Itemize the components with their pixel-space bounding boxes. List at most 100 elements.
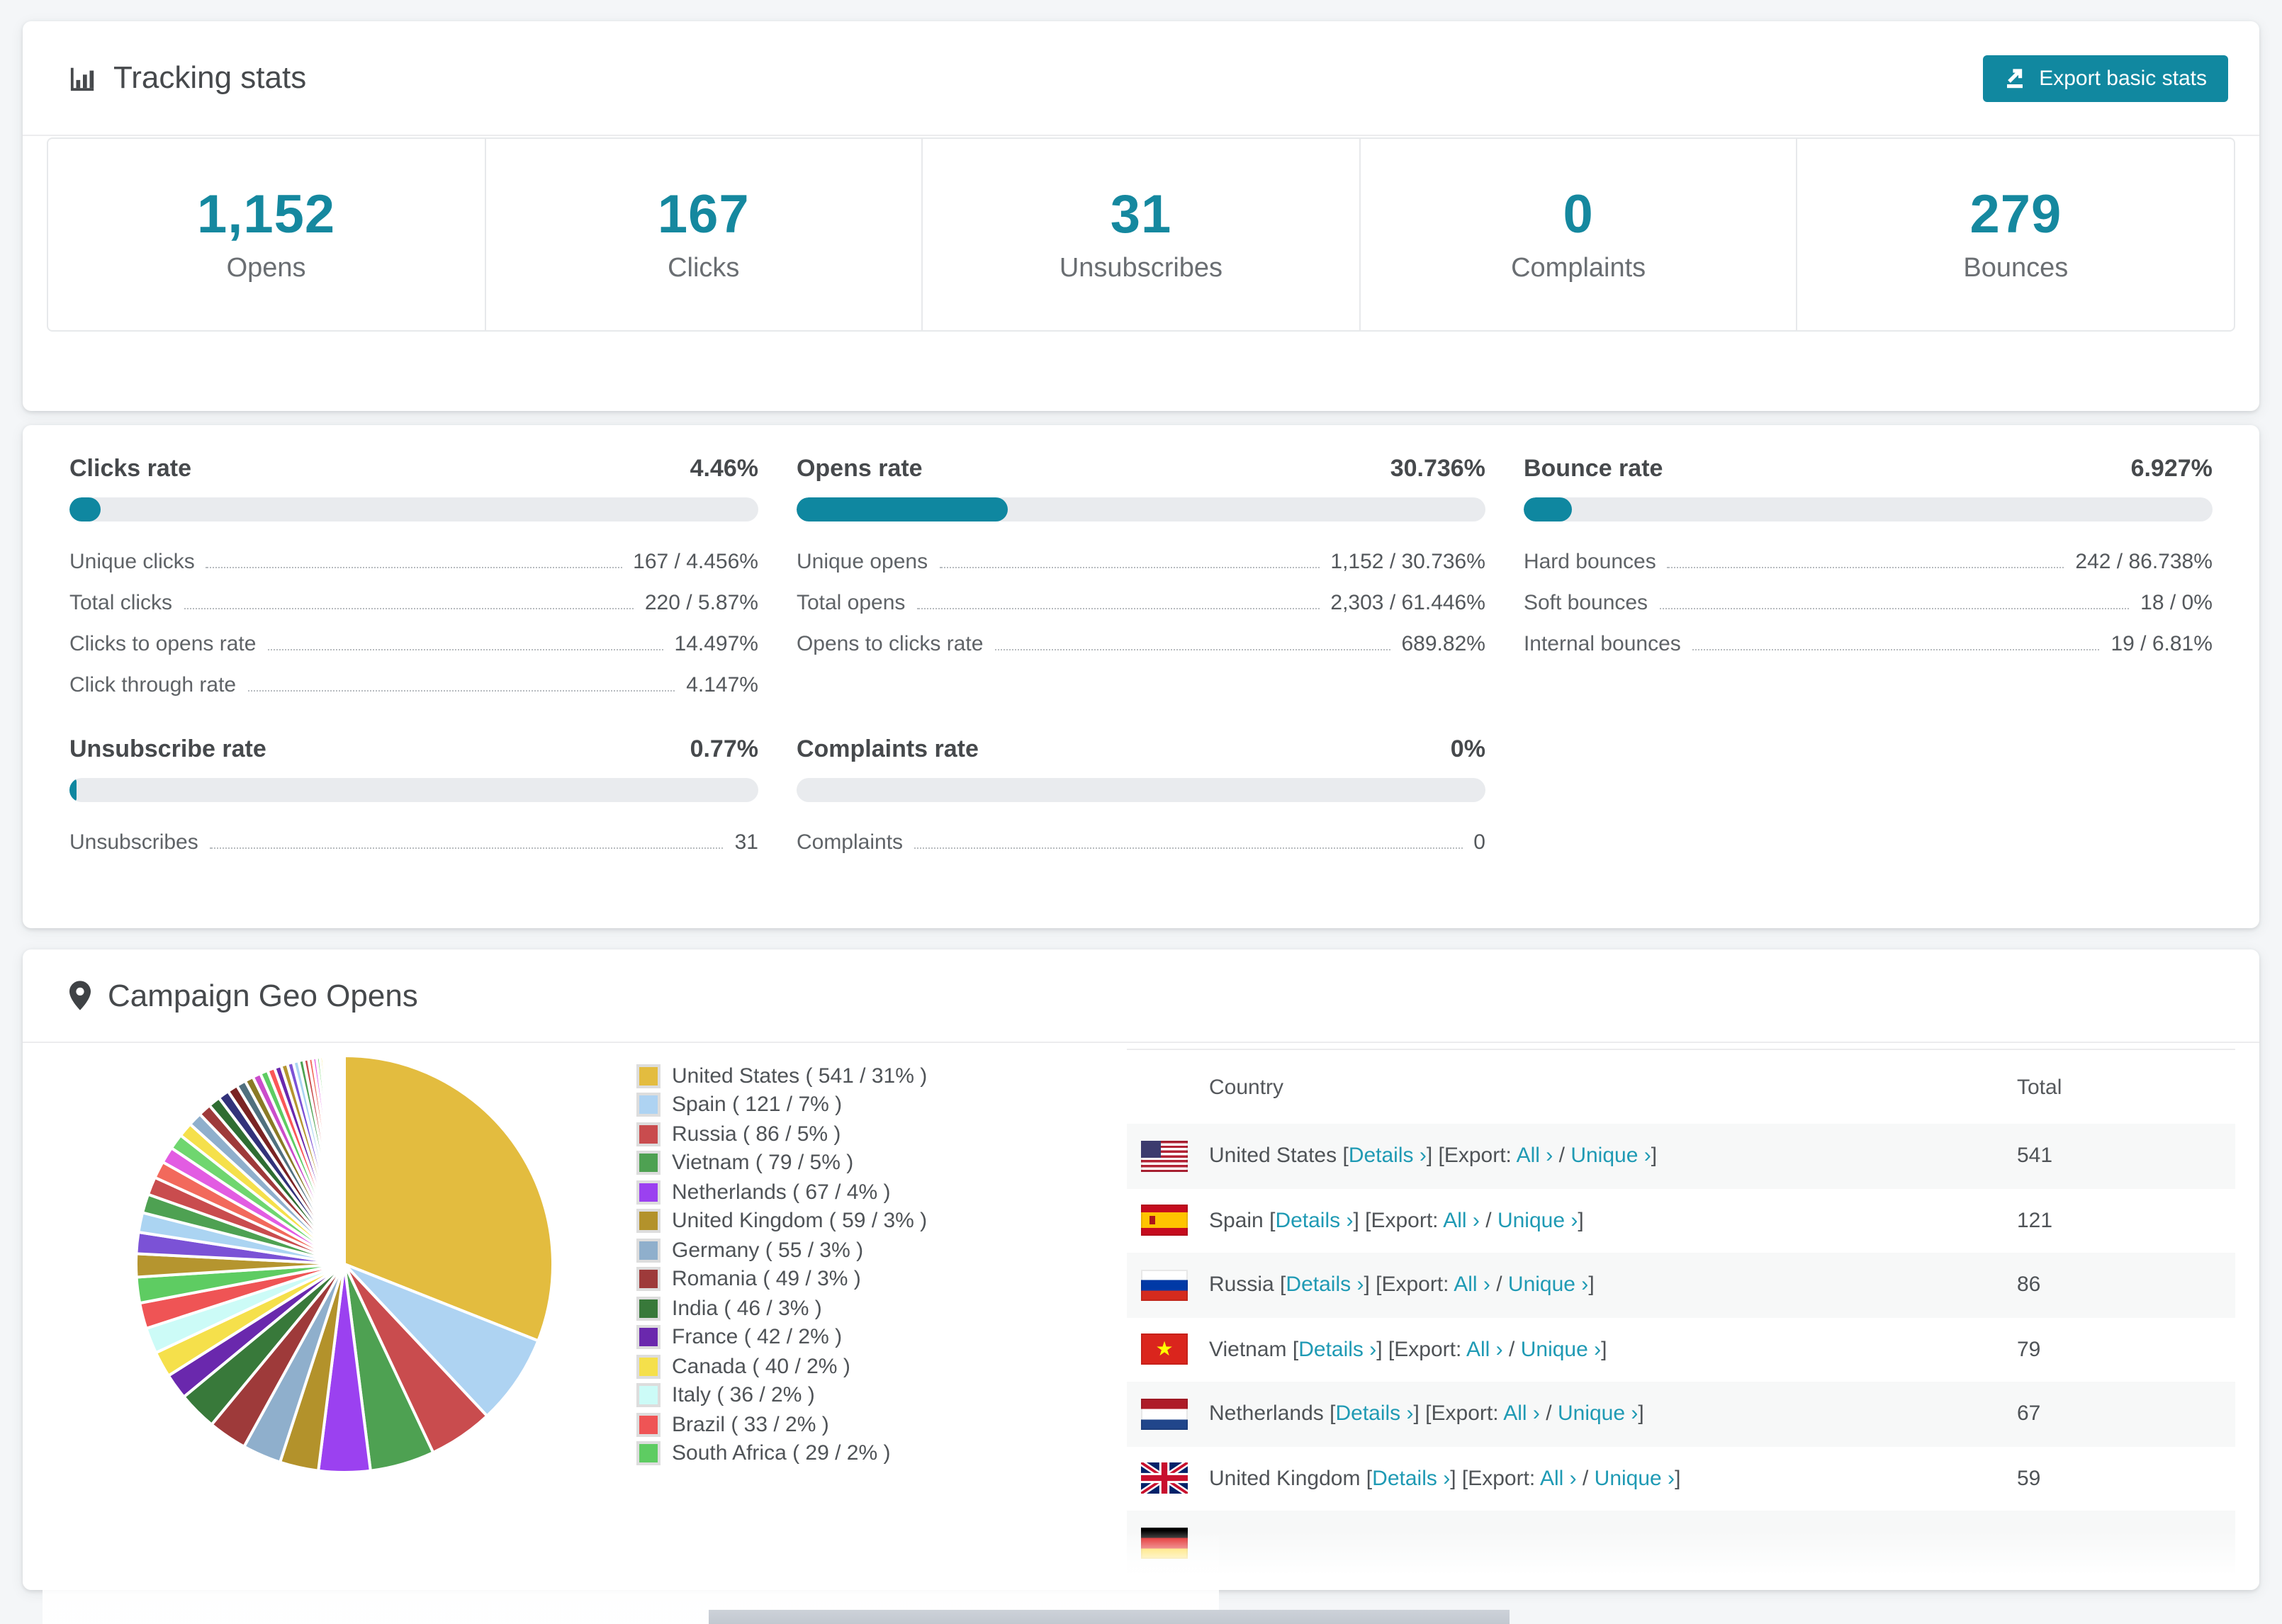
details-link[interactable]: Details › — [1372, 1467, 1450, 1491]
rate-value: 30.736% — [1390, 455, 1485, 482]
progress-bar-fill — [69, 497, 101, 521]
header-divider — [23, 135, 2259, 136]
row-links: [Details ›] [Export: All › / Unique ›] — [1274, 1273, 1595, 1297]
rate-value: 0% — [1450, 735, 1485, 762]
geo-opens-title: Campaign Geo Opens — [108, 977, 418, 1013]
rate-value: 0.77% — [690, 735, 758, 762]
legend-swatch — [636, 1296, 661, 1321]
legend-swatch — [636, 1209, 661, 1234]
legend-label: Canada ( 40 / 2% ) — [672, 1354, 850, 1379]
table-row-partial — [1127, 1511, 2235, 1575]
country-name: United Kingdom [Details ›] [Export: All … — [1209, 1466, 1681, 1491]
rate-detail-rows: Unique opens 1,152 / 30.736% Total opens 2,… — [797, 551, 1485, 655]
export-unique-link[interactable]: Unique › — [1570, 1144, 1651, 1168]
rate-title: Opens rate — [796, 455, 923, 482]
legend-swatch — [636, 1238, 661, 1263]
row-links: [Details ›] [Export: All › / Unique ›] — [1337, 1144, 1658, 1168]
export-basic-stats-button[interactable]: Export basic stats — [1982, 55, 2228, 102]
progress-bar-track — [1523, 497, 2213, 521]
export-all-link[interactable]: All › — [1503, 1402, 1540, 1426]
rate-detail-label: Total clicks — [69, 591, 173, 615]
legend-item: Netherlands ( 67 / 4% ) — [636, 1178, 927, 1207]
rate-panel-head: Bounce rate 6.927% — [1524, 456, 2213, 480]
rate-title: Bounce rate — [1523, 455, 1663, 482]
rate-detail-label: Click through rate — [69, 673, 237, 697]
country-total: 79 — [2017, 1337, 2041, 1362]
legend-item: United Kingdom ( 59 / 3% ) — [636, 1207, 927, 1236]
dotted-leader — [1659, 608, 2130, 609]
legend-label: Vietnam ( 79 / 5% ) — [672, 1151, 854, 1175]
export-unique-link[interactable]: Unique › — [1595, 1467, 1675, 1491]
legend-label: United States ( 541 / 31% ) — [672, 1064, 928, 1088]
geo-opens-table: Country Total United States [Details ›] … — [1127, 1049, 2235, 1575]
details-link[interactable]: Details › — [1286, 1273, 1364, 1297]
summary-stat-clicks: 167 Clicks — [485, 139, 923, 330]
progress-bar-track — [796, 497, 1485, 521]
rate-panel-unsubscribe-rate: Unsubscribe rate 0.77% Unsubscribes 31 — [69, 737, 758, 853]
rate-detail-label: Total opens — [796, 591, 906, 615]
rate-detail-value: 18 / 0% — [2140, 591, 2213, 615]
legend-item: India ( 46 / 3% ) — [636, 1294, 927, 1323]
legend-label: Romania ( 49 / 3% ) — [672, 1267, 861, 1292]
rate-detail-value: 4.147% — [686, 673, 758, 697]
rate-title: Clicks rate — [69, 455, 191, 482]
dotted-leader — [1667, 567, 2064, 568]
horizontal-scrollbar-thumb[interactable] — [709, 1610, 1510, 1624]
export-all-link[interactable]: All › — [1454, 1273, 1490, 1297]
stat-value: 31 — [1110, 185, 1172, 244]
export-unique-link[interactable]: Unique › — [1497, 1209, 1578, 1233]
stat-value: 0 — [1563, 185, 1594, 244]
summary-stat-bounces: 279 Bounces — [1798, 139, 2234, 330]
legend-item: South Africa ( 29 / 2% ) — [636, 1439, 927, 1468]
export-all-link[interactable]: All › — [1540, 1467, 1577, 1491]
summary-stat-complaints: 0 Complaints — [1361, 139, 1798, 330]
rates-card: Clicks rate 4.46% Unique clicks 167 / 4.456… — [23, 425, 2259, 928]
export-all-link[interactable]: All › — [1517, 1144, 1553, 1168]
legend-swatch — [636, 1325, 661, 1350]
export-all-link[interactable]: All › — [1443, 1209, 1480, 1233]
legend-swatch — [636, 1093, 661, 1117]
stat-label: Unsubscribes — [1059, 253, 1223, 283]
export-button-label: Export basic stats — [2039, 67, 2207, 91]
progress-bar-fill — [69, 778, 77, 802]
rate-detail-rows: Unique clicks 167 / 4.456% Total clicks 220… — [69, 551, 758, 696]
details-link[interactable]: Details › — [1275, 1209, 1353, 1233]
progress-bar-fill — [1523, 497, 1572, 521]
export-unique-link[interactable]: Unique › — [1558, 1402, 1638, 1426]
rate-detail-label: Hard bounces — [1523, 550, 1656, 574]
export-unique-link[interactable]: Unique › — [1521, 1338, 1601, 1362]
dotted-leader — [1692, 649, 2100, 650]
table-row-united-states: United States [Details ›] [Export: All ›… — [1127, 1124, 2235, 1188]
nl-flag-icon — [1141, 1398, 1188, 1430]
country-name: Spain [Details ›] [Export: All › / Uniqu… — [1209, 1208, 1584, 1233]
stat-value: 279 — [1969, 185, 2062, 244]
export-all-link[interactable]: All › — [1466, 1338, 1503, 1362]
rate-detail-row: Total opens 2,303 / 61.446% — [797, 592, 1485, 614]
legend-item: Romania ( 49 / 3% ) — [636, 1265, 927, 1294]
country-total: 541 — [2017, 1144, 2053, 1168]
rate-detail-value: 1,152 / 30.736% — [1330, 550, 1485, 574]
legend-swatch — [636, 1122, 661, 1146]
legend-item: Canada ( 40 / 2% ) — [636, 1352, 927, 1381]
total-column-header: Total — [2017, 1075, 2062, 1099]
progress-bar-track — [796, 778, 1485, 802]
legend-swatch — [636, 1441, 661, 1466]
export-unique-link[interactable]: Unique › — [1508, 1273, 1588, 1297]
rate-panel-head: Complaints rate 0% — [797, 737, 1485, 761]
dotted-leader — [916, 608, 1320, 609]
stat-label: Opens — [226, 253, 306, 283]
summary-stats-grid: 1,152 Opens 167 Clicks 31 Unsubscribes 0 Compla… — [47, 137, 2235, 332]
legend-item: Germany ( 55 / 3% ) — [636, 1236, 927, 1265]
legend-label: India ( 46 / 3% ) — [672, 1296, 822, 1321]
ru-flag-icon — [1141, 1269, 1188, 1301]
progress-bar-fill — [796, 497, 1008, 521]
country-total: 121 — [2017, 1208, 2053, 1233]
details-link[interactable]: Details › — [1298, 1338, 1376, 1362]
table-row-netherlands: Netherlands [Details ›] [Export: All › /… — [1127, 1382, 2235, 1446]
details-link[interactable]: Details › — [1349, 1144, 1427, 1168]
details-link[interactable]: Details › — [1335, 1402, 1413, 1426]
legend-item: United States ( 541 / 31% ) — [636, 1061, 927, 1090]
rate-title: Complaints rate — [796, 735, 979, 762]
geo-opens-legend: United States ( 541 / 31% ) Spain ( 121 /… — [636, 1061, 927, 1468]
rate-detail-row: Clicks to opens rate 14.497% — [69, 633, 758, 655]
